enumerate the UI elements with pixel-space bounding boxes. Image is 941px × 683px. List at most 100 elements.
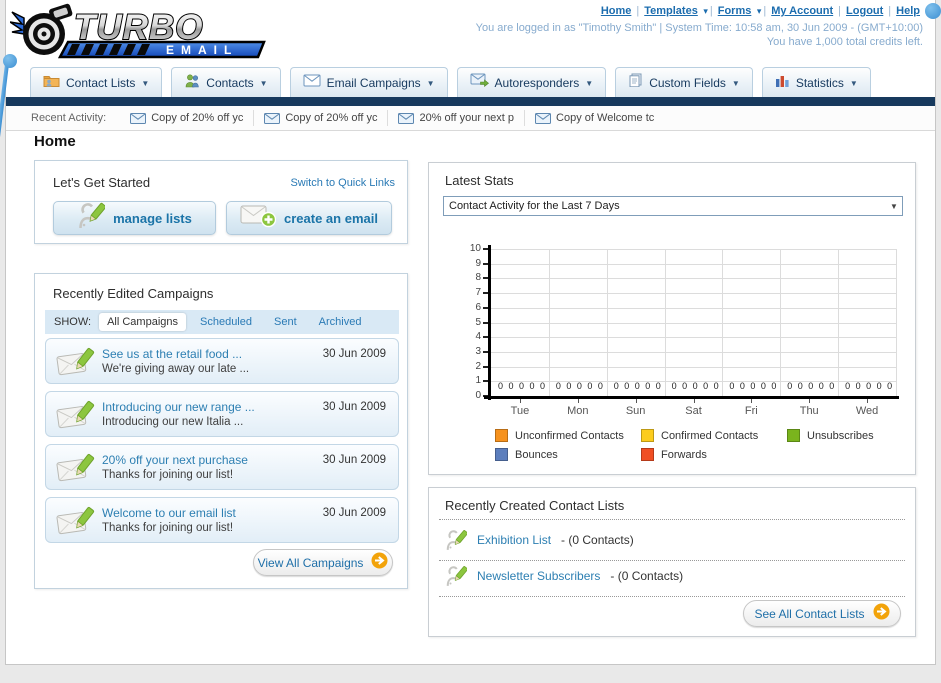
y-axis-tick-label: 4 bbox=[475, 331, 481, 343]
top-links: Home | Templates ▾ | Forms ▾ | My Account | Logo… bbox=[598, 5, 923, 17]
top-link-home[interactable]: Home bbox=[601, 5, 632, 17]
bar-value-label: 0 bbox=[529, 381, 535, 391]
top-link-help[interactable]: Help bbox=[896, 5, 920, 17]
bar-value-label: 0 bbox=[729, 381, 735, 391]
navy-divider-bar bbox=[6, 97, 935, 106]
view-all-campaigns-button[interactable]: View All Campaigns bbox=[253, 549, 393, 576]
contact-list-item[interactable]: Exhibition List - (0 Contacts) bbox=[445, 528, 634, 552]
contact-list-item[interactable]: Newsletter Subscribers - (0 Contacts) bbox=[445, 564, 683, 588]
bar-value-label: 0 bbox=[645, 381, 651, 391]
campaign-card[interactable]: Introducing our new range ... Introducing… bbox=[45, 391, 399, 437]
tab-contacts[interactable]: Contacts ▼ bbox=[171, 67, 281, 97]
campaigns-tab-all-campaigns[interactable]: All Campaigns bbox=[99, 313, 186, 331]
top-link-forms[interactable]: Forms bbox=[718, 5, 752, 17]
recent-activity-item[interactable]: Copy of 20% off yc bbox=[120, 110, 255, 126]
recent-activity-item-label: Copy of 20% off yc bbox=[285, 112, 378, 124]
link-separator: | bbox=[888, 5, 892, 17]
campaign-subtitle: Thanks for joining our list! bbox=[102, 522, 234, 534]
switch-quick-links-link[interactable]: Switch to Quick Links bbox=[290, 177, 395, 189]
contact-list-name-link[interactable]: Exhibition List bbox=[477, 533, 551, 547]
bar-value-label: 0 bbox=[498, 381, 504, 391]
recent-activity-item[interactable]: Copy of 20% off yc bbox=[254, 110, 389, 126]
campaign-envelope-pencil-icon bbox=[56, 347, 96, 383]
gridline bbox=[491, 366, 896, 368]
y-axis-tick-label: 6 bbox=[475, 301, 481, 313]
campaigns-panel-title: Recently Edited Campaigns bbox=[53, 286, 214, 301]
campaigns-filter-row: SHOW: All Campaigns Scheduled Sent Archived bbox=[45, 310, 399, 334]
create-email-icon bbox=[240, 203, 277, 233]
recent-activity-item[interactable]: Copy of Welcome tc bbox=[525, 110, 664, 126]
top-link-my-account[interactable]: My Account bbox=[771, 5, 833, 17]
legend-swatch bbox=[495, 448, 508, 461]
link-separator: | bbox=[838, 5, 842, 17]
recent-activity-item[interactable]: 20% off your next p bbox=[388, 110, 526, 126]
tab-statistics[interactable]: Statistics ▼ bbox=[761, 67, 871, 97]
bar-value-label: 0 bbox=[771, 381, 777, 391]
arrow-circle-icon bbox=[371, 552, 388, 574]
gridline bbox=[896, 249, 897, 396]
campaign-envelope-pencil-icon bbox=[56, 400, 96, 436]
x-axis-tick bbox=[577, 399, 579, 403]
campaigns-tab-sent[interactable]: Sent bbox=[266, 313, 305, 331]
statistics-icon bbox=[775, 74, 790, 92]
top-link-templates[interactable]: Templates bbox=[644, 5, 698, 17]
campaign-card[interactable]: 20% off your next purchase Thanks for joi… bbox=[45, 444, 399, 490]
manage-lists-button[interactable]: manage lists bbox=[53, 201, 216, 235]
bar-value-label: 0 bbox=[818, 381, 824, 391]
legend-label: Forwards bbox=[661, 448, 707, 461]
tab-email-campaigns[interactable]: Email Campaigns ▼ bbox=[289, 67, 448, 97]
x-axis-tick-label: Thu bbox=[799, 405, 819, 417]
recent-activity-label: Recent Activity: bbox=[31, 112, 107, 124]
tab-contact-lists[interactable]: Contact Lists ▼ bbox=[30, 67, 163, 97]
campaign-title-link[interactable]: 20% off your next purchase bbox=[102, 453, 248, 467]
link-separator: | bbox=[709, 5, 713, 17]
bar-value-label: 0 bbox=[845, 381, 851, 391]
campaigns-tab-archived[interactable]: Archived bbox=[311, 313, 370, 331]
gridline bbox=[491, 263, 896, 265]
chevron-down-icon: ▼ bbox=[849, 79, 858, 88]
get-started-panel: Let's Get Started Switch to Quick Links … bbox=[34, 160, 408, 244]
app-logo: TURBO EMAIL bbox=[9, 2, 282, 65]
x-axis-tick bbox=[519, 399, 521, 403]
y-axis-tick-label: 9 bbox=[475, 257, 481, 269]
create-email-button[interactable]: create an email bbox=[226, 201, 392, 235]
email-campaigns-icon bbox=[303, 74, 321, 92]
campaign-title-link[interactable]: See us at the retail food ... bbox=[102, 347, 242, 361]
bar-value-label: 0 bbox=[587, 381, 593, 391]
bar-value-label: 0 bbox=[555, 381, 561, 391]
campaign-title-link[interactable]: Introducing our new range ... bbox=[102, 400, 255, 414]
legend-label: Confirmed Contacts bbox=[661, 429, 759, 442]
x-axis bbox=[484, 396, 899, 399]
gridline bbox=[491, 249, 896, 250]
gridline bbox=[664, 249, 666, 396]
x-axis-tick-label: Mon bbox=[567, 405, 589, 417]
campaign-title-link[interactable]: Welcome to our email list bbox=[102, 506, 236, 520]
top-link-logout[interactable]: Logout bbox=[846, 5, 883, 17]
bar-value-label: 0 bbox=[508, 381, 514, 391]
bar-value-label: 0 bbox=[597, 381, 603, 391]
envelope-small-icon bbox=[398, 112, 415, 124]
recent-activity-item-label: Copy of 20% off yc bbox=[151, 112, 244, 124]
legend-item: Unconfirmed Contacts bbox=[495, 429, 624, 442]
logo-subtitle: EMAIL bbox=[166, 43, 238, 57]
campaign-card[interactable]: See us at the retail food ... We're givin… bbox=[45, 338, 399, 384]
bar-value-label: 0 bbox=[808, 381, 814, 391]
x-axis-tick-label: Tue bbox=[510, 405, 530, 417]
y-axis-tick-label: 10 bbox=[469, 243, 481, 254]
see-all-contact-lists-button[interactable]: See All Contact Lists bbox=[743, 600, 901, 627]
contact-list-name-link[interactable]: Newsletter Subscribers bbox=[477, 569, 600, 583]
login-line1: You are logged in as "Timothy Smith" | S… bbox=[475, 22, 923, 34]
envelope-small-icon bbox=[535, 112, 552, 124]
legend-item: Confirmed Contacts bbox=[641, 429, 758, 442]
tab-custom-fields[interactable]: Custom Fields ▼ bbox=[615, 67, 753, 97]
gridline bbox=[838, 249, 840, 396]
gridline bbox=[491, 293, 896, 295]
person-pencil-icon bbox=[77, 201, 107, 235]
contact-list-count: - (0 Contacts) bbox=[561, 533, 634, 547]
envelope-small-icon bbox=[130, 112, 147, 124]
campaign-card[interactable]: Welcome to our email list Thanks for join… bbox=[45, 497, 399, 543]
tab-label: Email Campaigns bbox=[326, 75, 421, 90]
campaigns-tab-scheduled[interactable]: Scheduled bbox=[192, 313, 260, 331]
y-axis-tick-label: 5 bbox=[475, 316, 481, 328]
tab-autoresponders[interactable]: Autoresponders ▼ bbox=[456, 67, 607, 97]
